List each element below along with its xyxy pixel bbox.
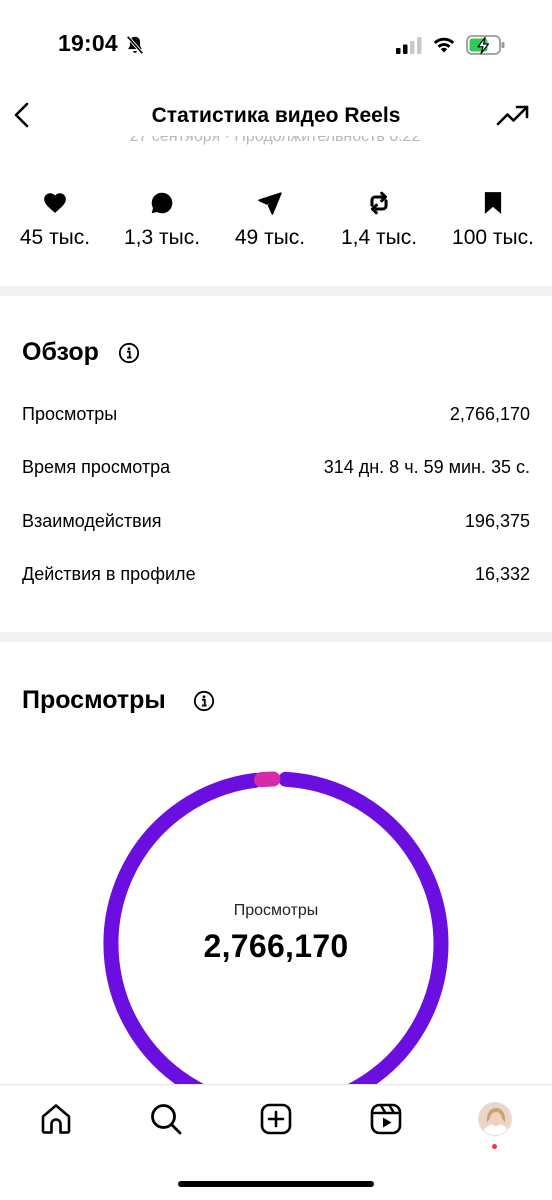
metric-reposts-value: 1,4 тыс. xyxy=(340,226,418,249)
send-icon xyxy=(258,192,282,215)
subtitle-text: 27 сентября · Продолжительность 0:22 xyxy=(129,136,421,145)
scrolled-subtitle: 27 сентября · Продолжительность 0:22 xyxy=(110,136,440,146)
overview-row-label: Действия в профиле xyxy=(22,564,196,584)
overview-row-label: Взаимодействия xyxy=(22,511,162,531)
section-divider xyxy=(0,632,552,642)
overview-title: Обзор xyxy=(22,338,99,366)
metric-shares-value: 49 тыс. xyxy=(234,226,306,249)
info-icon[interactable] xyxy=(118,342,140,364)
metric-comments-value: 1,3 тыс. xyxy=(123,226,201,249)
overview-row-value: 196,375 xyxy=(464,511,530,531)
comment-icon xyxy=(151,192,173,214)
trending-icon[interactable] xyxy=(496,104,530,128)
metric-likes: 45 тыс. xyxy=(0,190,110,250)
profile-avatar[interactable] xyxy=(478,1102,512,1136)
metric-shares: 49 тыс. xyxy=(215,190,325,250)
metric-likes-value: 45 тыс. xyxy=(19,226,91,249)
battery-charging-icon xyxy=(466,35,505,55)
overview-row-label: Просмотры xyxy=(22,404,118,424)
overview-row-value: 16,332 xyxy=(474,564,530,584)
search-icon xyxy=(151,1104,182,1135)
page-title: Статистика видео Reels xyxy=(151,104,401,127)
tab-create[interactable] xyxy=(258,1101,294,1137)
donut-caption: Просмотры xyxy=(233,902,319,919)
donut-total-value: 2,766,170 xyxy=(203,928,349,964)
bell-muted-icon xyxy=(126,35,144,55)
tab-reels[interactable] xyxy=(368,1101,404,1137)
heart-icon xyxy=(44,193,66,213)
metric-saves: 100 тыс. xyxy=(438,190,548,250)
donut-segment-accent xyxy=(253,771,281,788)
metric-comments: 1,3 тыс. xyxy=(107,190,217,250)
profile-photo xyxy=(479,1103,511,1135)
overview-row-label: Время просмотра xyxy=(22,457,171,477)
tab-home[interactable] xyxy=(38,1101,74,1137)
tab-search[interactable] xyxy=(148,1101,184,1137)
reels-icon xyxy=(370,1103,402,1135)
metric-reposts: 1,4 тыс. xyxy=(324,190,434,250)
metric-saves-value: 100 тыс. xyxy=(452,226,534,249)
signal-icon xyxy=(396,37,422,54)
views-title: Просмотры xyxy=(22,686,166,714)
wifi-icon xyxy=(433,37,455,53)
notification-dot xyxy=(492,1144,497,1149)
overview-row-value: 314 дн. 8 ч. 59 мин. 35 с. xyxy=(323,457,530,477)
info-icon[interactable] xyxy=(193,690,215,712)
create-icon xyxy=(260,1103,292,1135)
section-divider xyxy=(0,286,552,296)
home-icon xyxy=(41,1104,71,1134)
engagement-metrics: 45 тыс. 1,3 тыс. 49 тыс. 1,4 тыс. 100 ты… xyxy=(0,190,552,270)
bookmark-icon xyxy=(484,192,502,214)
repost-icon xyxy=(370,191,388,215)
status-bar: 19:04 xyxy=(0,0,552,90)
overview-row-value: 2,766,170 xyxy=(449,404,530,424)
status-time: 19:04 xyxy=(58,30,118,56)
home-indicator xyxy=(178,1181,374,1187)
